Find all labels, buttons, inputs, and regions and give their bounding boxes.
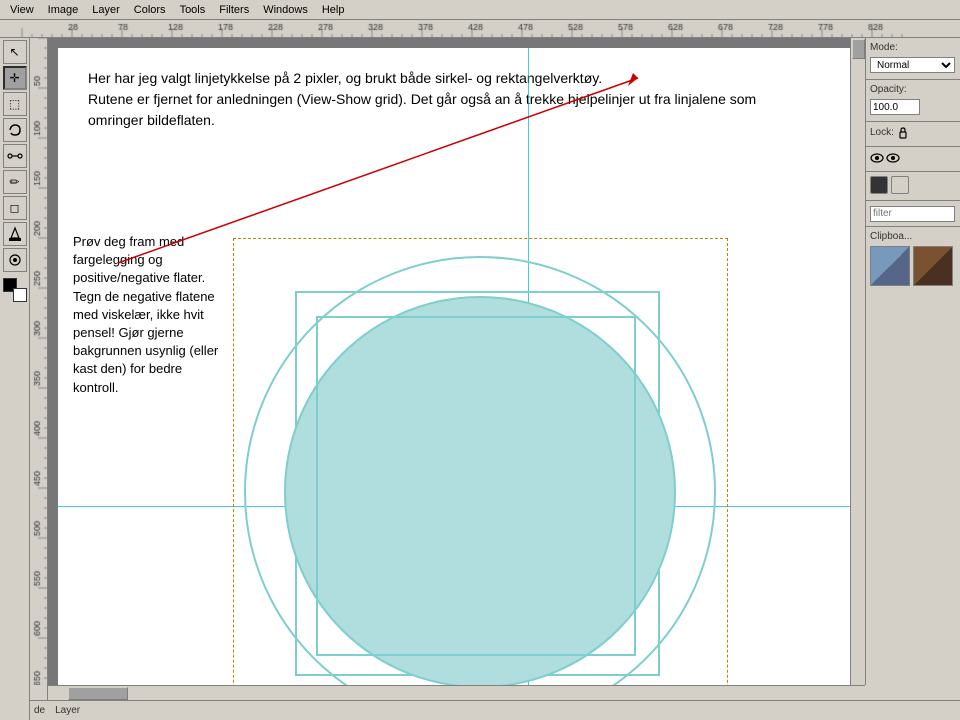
panel-lock-section: Lock: [866, 122, 960, 147]
canvas: Her har jeg valgt linjetykkelse på 2 pix… [48, 38, 850, 685]
main-text-area: Her har jeg valgt linjetykkelse på 2 pix… [88, 68, 788, 131]
tool-move[interactable]: ✛ [3, 66, 27, 90]
opacity-label: Opacity: [870, 84, 907, 95]
lock-row: Lock: [870, 126, 956, 140]
main-area: ↖ ✛ ⬚ ✏ ◻ [0, 38, 960, 720]
canvas-section: Her har jeg valgt linjetykkelse på 2 pix… [30, 38, 960, 720]
clipboard-item-1[interactable] [870, 246, 910, 286]
tool-paths[interactable] [3, 144, 27, 168]
visibility-row [870, 151, 956, 165]
menu-view[interactable]: View [4, 2, 40, 18]
channel-btn-1[interactable] [870, 176, 888, 194]
tool-arrow[interactable]: ↖ [3, 40, 27, 64]
panel-channels-section [866, 172, 960, 201]
mode-select[interactable]: Normal [870, 57, 955, 73]
ruler-horizontal [0, 20, 960, 38]
opacity-row: Opacity: [870, 84, 956, 97]
background-color[interactable] [13, 288, 27, 302]
tool-color-picker[interactable] [3, 248, 27, 272]
ruler-h-canvas [0, 20, 910, 38]
clipboard-item-2[interactable] [913, 246, 953, 286]
opacity-input[interactable] [870, 99, 920, 115]
text-paragraph-1: Her har jeg valgt linjetykkelse på 2 pix… [88, 68, 788, 89]
menu-windows[interactable]: Windows [257, 2, 314, 18]
text-paragraph-2: Rutene er fjernet for anledningen (View-… [88, 89, 788, 131]
menu-help[interactable]: Help [316, 2, 351, 18]
lock-label: Lock: [870, 127, 894, 138]
mode-row: Mode: [870, 42, 956, 55]
status-bar: de Layer [30, 700, 960, 720]
scrollbar-corner-right [865, 685, 960, 700]
menu-colors[interactable]: Colors [128, 2, 172, 18]
ruler-v-canvas [30, 38, 48, 685]
mode-value-row: Normal [870, 57, 956, 73]
panel-right: Mode: Normal Opacity: [865, 38, 960, 685]
menu-filters[interactable]: Filters [213, 2, 255, 18]
menubar: View Image Layer Colors Tools Filters Wi… [0, 0, 960, 20]
visibility-eye-2[interactable] [886, 151, 900, 165]
panel-filter-section [866, 201, 960, 227]
channels-row [870, 176, 956, 194]
status-layer: Layer [55, 705, 80, 716]
canvas-row: Her har jeg valgt linjetykkelse på 2 pix… [30, 38, 960, 685]
menu-image[interactable]: Image [42, 2, 85, 18]
panel-mode-section: Mode: Normal [866, 38, 960, 80]
left-text: Prøv deg fram med fargelegging og positi… [73, 233, 228, 397]
clipboard-label: Clipboa... [870, 231, 956, 242]
scrollbar-h-thumb[interactable] [68, 687, 128, 700]
scrollbar-vertical[interactable] [850, 38, 865, 685]
canvas-content: Her har jeg valgt linjetykkelse på 2 pix… [58, 48, 850, 685]
scrollbar-v-thumb[interactable] [852, 39, 865, 59]
toolbar-left: ↖ ✛ ⬚ ✏ ◻ [0, 38, 30, 720]
status-de: de [34, 705, 45, 716]
tool-eraser[interactable]: ◻ [3, 196, 27, 220]
panel-opacity-section: Opacity: [866, 80, 960, 122]
tool-bucket[interactable] [3, 222, 27, 246]
opacity-value-row [870, 99, 956, 115]
panel-visibility-section [866, 147, 960, 172]
mode-label: Mode: [870, 42, 898, 53]
tool-select[interactable]: ⬚ [3, 92, 27, 116]
visibility-eye-1[interactable] [870, 151, 884, 165]
menu-tools[interactable]: Tools [174, 2, 212, 18]
canvas-wrapper[interactable]: Her har jeg valgt linjetykkelse på 2 pix… [48, 38, 850, 685]
clipboard-area: Clipboa... [866, 227, 960, 686]
scrollbar-h-area [30, 685, 960, 700]
scrollbar-horizontal[interactable] [48, 685, 865, 700]
tool-lasso[interactable] [3, 118, 27, 142]
channel-btn-2[interactable] [891, 176, 909, 194]
scrollbar-corner-left [30, 685, 48, 700]
ruler-vertical [30, 38, 48, 685]
menu-layer[interactable]: Layer [86, 2, 126, 18]
color-selector[interactable] [3, 278, 27, 302]
lock-icon[interactable] [896, 126, 910, 140]
clipboard-items [870, 246, 956, 288]
tool-pencil[interactable]: ✏ [3, 170, 27, 194]
filter-input[interactable] [870, 206, 955, 222]
inner-rect-2 [316, 316, 636, 656]
